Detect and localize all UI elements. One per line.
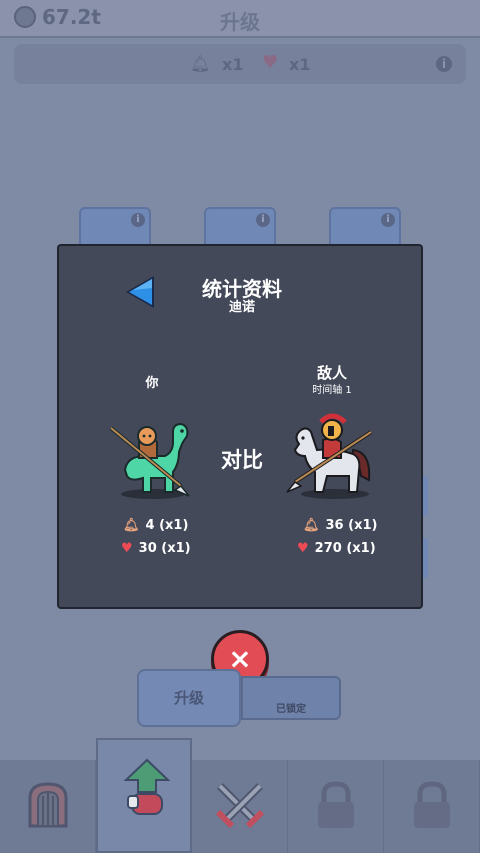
- player-health-stat: ♥ 30 (x1): [121, 541, 191, 556]
- heart-icon: ♥: [121, 541, 133, 556]
- heart-multiplier: x1: [289, 55, 311, 74]
- enemy-health-value: 270 (x1): [314, 541, 376, 556]
- page-title: 升级: [220, 10, 260, 34]
- heart-icon: ♥: [262, 52, 279, 73]
- locked-button[interactable]: 已锁定: [241, 676, 341, 720]
- versus-label: 对比: [221, 448, 263, 472]
- nav-battle[interactable]: [192, 760, 288, 853]
- nav-castle[interactable]: [0, 760, 96, 853]
- enemy-label: 敌人: [316, 364, 347, 382]
- stats-modal: 统计资料 迪诺 你 敌人 时间轴 1 对比 🔔︎ 4 (x1) ♥ 30 (x1…: [57, 244, 423, 609]
- enemy-attack-stat: 🔔︎ 36 (x1): [303, 518, 377, 533]
- enemy-health-stat: ♥ 270 (x1): [297, 541, 376, 556]
- dino-rider-icon: [109, 422, 190, 499]
- crossed-swords-icon: [215, 783, 265, 829]
- upgrade-arrow-icon: [123, 758, 171, 815]
- nav-locked-1[interactable]: [288, 760, 384, 853]
- spartan-rider-icon: [286, 413, 373, 499]
- bell-icon: 🔔︎: [303, 518, 320, 533]
- nav-locked-2[interactable]: [384, 760, 480, 853]
- info-icon[interactable]: i: [436, 56, 452, 72]
- lock-icon: [414, 781, 450, 828]
- player-attack-stat: 🔔︎ 4 (x1): [123, 518, 188, 533]
- bell-icon: 🔔︎: [123, 518, 140, 533]
- info-icon[interactable]: i: [381, 213, 395, 227]
- enemy-attack-value: 36 (x1): [325, 518, 378, 533]
- nav-upgrade[interactable]: [96, 738, 192, 853]
- top-bar: 67.2t 升级: [0, 0, 480, 38]
- player-attack-value: 4 (x1): [145, 518, 189, 533]
- bell-icon: 🔔︎: [190, 54, 211, 73]
- upgrade-button[interactable]: 升级: [137, 669, 241, 727]
- player-label: 你: [145, 376, 159, 391]
- info-icon[interactable]: i: [131, 213, 145, 227]
- info-icon[interactable]: i: [256, 213, 270, 227]
- bottom-nav: [0, 738, 480, 853]
- player-health-value: 30 (x1): [138, 541, 191, 556]
- modal-subtitle: 迪诺: [228, 300, 255, 315]
- bell-multiplier: x1: [222, 55, 244, 74]
- lock-icon: [318, 781, 354, 828]
- enemy-timeline: 时间轴 1: [312, 385, 352, 396]
- castle-gate-icon: [28, 782, 68, 828]
- locked-label: 已锁定: [276, 704, 306, 715]
- heart-icon: ♥: [297, 541, 309, 556]
- stats-bar: 🔔︎ x1 ♥ x1 i: [14, 44, 466, 84]
